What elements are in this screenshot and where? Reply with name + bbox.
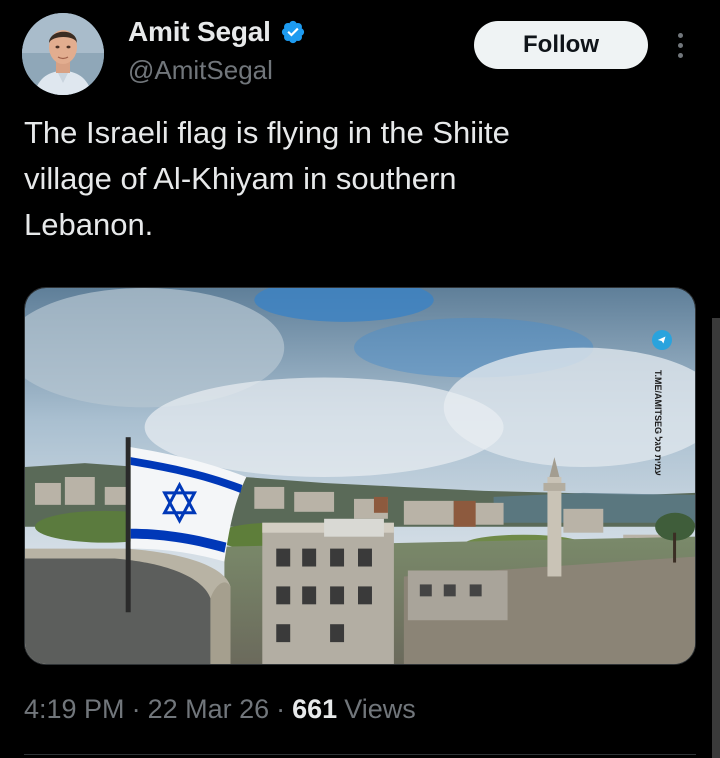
more-vertical-icon[interactable] [668,30,692,60]
author-avatar[interactable] [22,13,104,95]
views-count: 661 [292,694,338,724]
telegram-icon [652,330,672,350]
tweet-text: The Israeli flag is flying in the Shiite… [24,115,510,242]
author-name-row[interactable]: Amit Segal [128,16,306,48]
village-photo [25,288,695,664]
scrollbar[interactable] [712,318,720,758]
follow-button[interactable]: Follow [474,21,648,69]
meta-separator: · [131,694,141,724]
tweet-date[interactable]: 22 Mar 26 [148,694,270,725]
tweet-time[interactable]: 4:19 PM [24,694,125,725]
tweet-meta: 4:19 PM · 22 Mar 26 · 661 Views [24,694,416,725]
author-display-name[interactable]: Amit Segal [128,16,271,48]
meta-separator: · [276,694,286,724]
views-label: Views [344,694,416,724]
avatar-photo [22,13,104,95]
tweet-media-image[interactable] [24,287,696,665]
verified-badge-icon [281,20,304,44]
author-handle[interactable]: @AmitSegal [128,55,273,86]
divider [24,754,696,755]
